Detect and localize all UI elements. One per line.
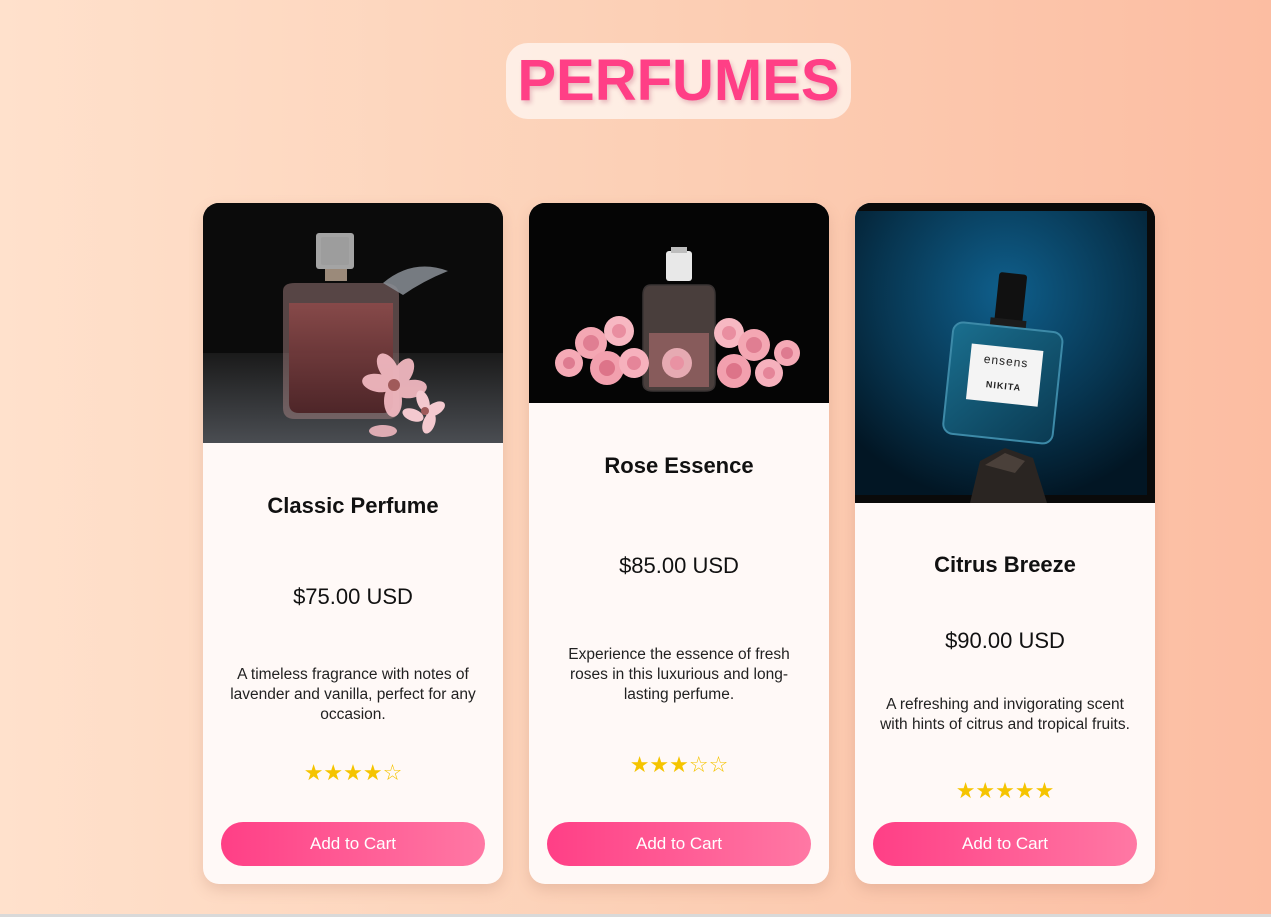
product-description: A refreshing and invigorating scent with… bbox=[880, 696, 1130, 733]
star-rating: ★★★★★ bbox=[955, 779, 1055, 804]
page-title-badge: PERFUMES bbox=[506, 43, 851, 119]
product-price: $85.00 USD bbox=[619, 553, 739, 578]
star-rating: ★★★☆☆ bbox=[629, 753, 729, 778]
product-name: Citrus Breeze bbox=[934, 552, 1076, 577]
product-image bbox=[203, 203, 503, 443]
product-description: Experience the essence of fresh roses in… bbox=[568, 646, 790, 703]
product-image: ensens NIKITA bbox=[855, 203, 1155, 503]
perfume-bottle-with-roses-image bbox=[529, 203, 829, 403]
add-to-cart-button[interactable]: Add to Cart bbox=[221, 822, 485, 866]
product-card-citrus-breeze: ensens NIKITA Citrus Breeze $90.00 USD A… bbox=[855, 203, 1155, 884]
add-to-cart-button[interactable]: Add to Cart bbox=[873, 822, 1137, 866]
product-name: Rose Essence bbox=[604, 453, 754, 478]
star-rating: ★★★★☆ bbox=[303, 761, 403, 786]
product-description: A timeless fragrance with notes of laven… bbox=[230, 666, 476, 723]
product-card-body: Rose Essence $85.00 USD Experience the e… bbox=[529, 403, 829, 884]
page-title: PERFUMES bbox=[517, 48, 840, 113]
product-card-classic-perfume: Classic Perfume $75.00 USD A timeless fr… bbox=[203, 203, 503, 884]
product-image bbox=[529, 203, 829, 403]
ensens-nikita-bottle-image: ensens NIKITA bbox=[855, 203, 1155, 503]
product-card-body: Classic Perfume $75.00 USD A timeless fr… bbox=[203, 443, 503, 884]
product-name: Classic Perfume bbox=[267, 493, 439, 518]
product-price: $90.00 USD bbox=[945, 628, 1065, 653]
product-card-body: Citrus Breeze $90.00 USD A refreshing an… bbox=[855, 503, 1155, 884]
product-price: $75.00 USD bbox=[293, 584, 413, 609]
product-card-rose-essence: Rose Essence $85.00 USD Experience the e… bbox=[529, 203, 829, 884]
perfume-bottle-with-flowers-image bbox=[203, 203, 503, 443]
add-to-cart-button[interactable]: Add to Cart bbox=[547, 822, 811, 866]
